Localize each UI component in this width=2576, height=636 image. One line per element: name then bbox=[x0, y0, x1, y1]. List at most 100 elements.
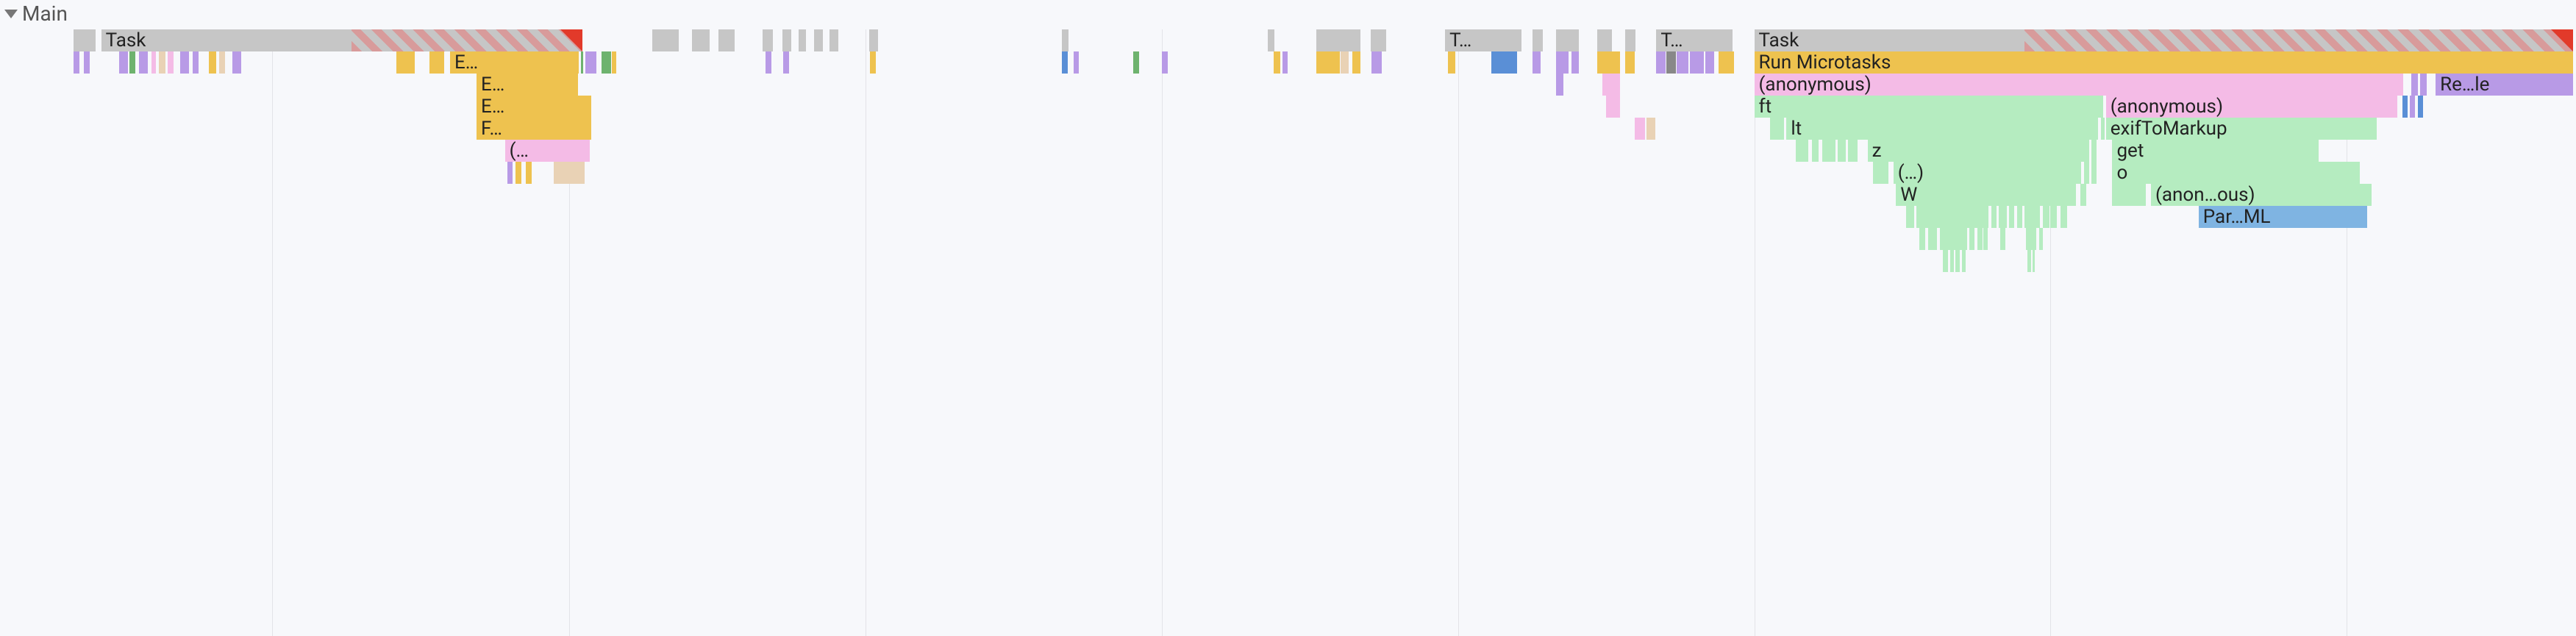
flame-bar[interactable] bbox=[612, 51, 616, 74]
flame-bar[interactable] bbox=[2026, 228, 2036, 250]
flame-bar[interactable] bbox=[1556, 29, 1580, 51]
flame-bar[interactable] bbox=[1919, 228, 1926, 250]
flame-bar[interactable] bbox=[2050, 206, 2057, 228]
flame-bar[interactable] bbox=[799, 29, 807, 51]
flame-bar[interactable] bbox=[814, 29, 823, 51]
flame-bar[interactable] bbox=[1533, 29, 1543, 51]
flame-bar[interactable]: z bbox=[1868, 140, 2089, 162]
flame-bar[interactable] bbox=[168, 51, 174, 74]
flame-bar[interactable] bbox=[1556, 51, 1569, 74]
flame-bar[interactable] bbox=[1341, 51, 1349, 74]
flame-bar[interactable]: W bbox=[1896, 184, 2076, 206]
flame-bar[interactable] bbox=[2017, 206, 2022, 228]
disclosure-triangle-icon[interactable] bbox=[4, 10, 18, 18]
flame-bar[interactable] bbox=[2033, 250, 2036, 272]
flame-bar[interactable] bbox=[782, 29, 791, 51]
flame-chart[interactable]: TaskT…T…TaskE…Run MicrotasksE…(anonymous… bbox=[0, 29, 2576, 636]
flame-bar[interactable]: T… bbox=[1445, 29, 1521, 51]
flame-bar[interactable] bbox=[2080, 184, 2087, 206]
flame-bar[interactable] bbox=[766, 51, 771, 74]
flame-bar[interactable] bbox=[1533, 51, 1541, 74]
flame-bar[interactable] bbox=[119, 51, 128, 74]
flame-bar[interactable] bbox=[1770, 118, 1784, 140]
flame-bar[interactable] bbox=[783, 51, 789, 74]
flame-bar[interactable] bbox=[829, 29, 838, 51]
flame-bar[interactable] bbox=[1556, 74, 1564, 96]
flame-bar[interactable]: Task bbox=[1755, 29, 2574, 51]
flame-bar[interactable] bbox=[2112, 184, 2146, 206]
flame-bar[interactable] bbox=[2084, 162, 2089, 184]
flame-bar[interactable] bbox=[232, 51, 241, 74]
flame-bar[interactable] bbox=[1962, 250, 1966, 272]
flame-bar[interactable]: get bbox=[2112, 140, 2318, 162]
flame-bar[interactable] bbox=[1969, 228, 1974, 250]
flame-bar[interactable] bbox=[1074, 51, 1080, 74]
flame-bar[interactable] bbox=[507, 162, 513, 184]
flame-bar[interactable] bbox=[396, 51, 415, 74]
flame-bar[interactable] bbox=[1316, 51, 1340, 74]
flame-bar[interactable] bbox=[2091, 162, 2097, 184]
flame-bar[interactable] bbox=[1062, 51, 1068, 74]
flame-bar[interactable] bbox=[1491, 51, 1517, 74]
flame-bar[interactable] bbox=[159, 51, 165, 74]
flame-bar[interactable] bbox=[1928, 228, 1937, 250]
flame-bar[interactable] bbox=[1906, 206, 1914, 228]
flame-bar[interactable] bbox=[2027, 250, 2031, 272]
flame-bar[interactable] bbox=[1352, 51, 1360, 74]
flame-bar[interactable] bbox=[1838, 140, 1846, 162]
flame-bar[interactable] bbox=[1955, 250, 1959, 272]
flame-bar[interactable] bbox=[139, 51, 148, 74]
flame-bar[interactable] bbox=[1646, 118, 1655, 140]
flame-bar[interactable] bbox=[1983, 228, 1987, 250]
flame-bar[interactable] bbox=[84, 51, 90, 74]
flame-bar[interactable] bbox=[602, 51, 611, 74]
flame-bar[interactable] bbox=[1656, 51, 1665, 74]
flame-bar[interactable] bbox=[1133, 51, 1139, 74]
flame-bar[interactable] bbox=[209, 51, 217, 74]
flame-bar[interactable] bbox=[219, 51, 225, 74]
flame-bar[interactable] bbox=[1448, 51, 1456, 74]
flame-bar[interactable] bbox=[1316, 29, 1360, 51]
flame-bar[interactable] bbox=[763, 29, 773, 51]
flame-bar[interactable] bbox=[1916, 206, 1988, 228]
flame-bar[interactable]: (…) bbox=[1894, 162, 2082, 184]
flame-bar[interactable]: exifToMarkup bbox=[2106, 118, 2377, 140]
flame-bar[interactable]: E… bbox=[477, 74, 578, 96]
flame-bar[interactable] bbox=[1274, 51, 1280, 74]
flame-bar[interactable]: E… bbox=[450, 51, 579, 74]
flame-bar[interactable] bbox=[554, 162, 585, 184]
flame-bar[interactable]: ft bbox=[1755, 96, 2104, 118]
flame-bar[interactable] bbox=[1602, 74, 1621, 96]
flame-bar[interactable] bbox=[1812, 140, 1819, 162]
flame-bar[interactable] bbox=[1666, 51, 1675, 74]
flame-bar[interactable] bbox=[1943, 250, 1948, 272]
flame-bar[interactable] bbox=[1371, 29, 1386, 51]
flame-bar[interactable] bbox=[2024, 206, 2040, 228]
flame-bar[interactable] bbox=[515, 162, 522, 184]
flame-bar[interactable] bbox=[2418, 96, 2423, 118]
flame-bar[interactable] bbox=[1796, 140, 1809, 162]
flame-bar[interactable] bbox=[1999, 206, 2007, 228]
flame-bar[interactable] bbox=[74, 51, 79, 74]
flame-bar[interactable] bbox=[193, 51, 199, 74]
flame-bar[interactable] bbox=[1162, 51, 1168, 74]
flame-bar[interactable] bbox=[1606, 96, 1620, 118]
flame-bar[interactable] bbox=[2000, 228, 2005, 250]
flame-bar[interactable] bbox=[1705, 51, 1714, 74]
flame-bar[interactable] bbox=[692, 29, 710, 51]
flame-bar[interactable] bbox=[869, 29, 878, 51]
flame-bar[interactable]: Re…le bbox=[2436, 74, 2573, 96]
flame-bar[interactable] bbox=[1597, 29, 1612, 51]
flame-bar[interactable] bbox=[585, 51, 596, 74]
flame-bar[interactable] bbox=[74, 29, 96, 51]
flame-bar[interactable]: Task bbox=[101, 29, 582, 51]
flame-bar[interactable] bbox=[1597, 51, 1621, 74]
flame-bar[interactable] bbox=[2061, 206, 2067, 228]
flame-bar[interactable]: Par…ML bbox=[2199, 206, 2367, 228]
flame-bar[interactable] bbox=[1848, 140, 1857, 162]
flame-bar[interactable] bbox=[429, 51, 444, 74]
flame-bar[interactable]: (… bbox=[505, 140, 591, 162]
flame-bar[interactable] bbox=[1690, 51, 1704, 74]
flame-bar[interactable] bbox=[1635, 118, 1645, 140]
flame-bar[interactable] bbox=[2411, 74, 2418, 96]
